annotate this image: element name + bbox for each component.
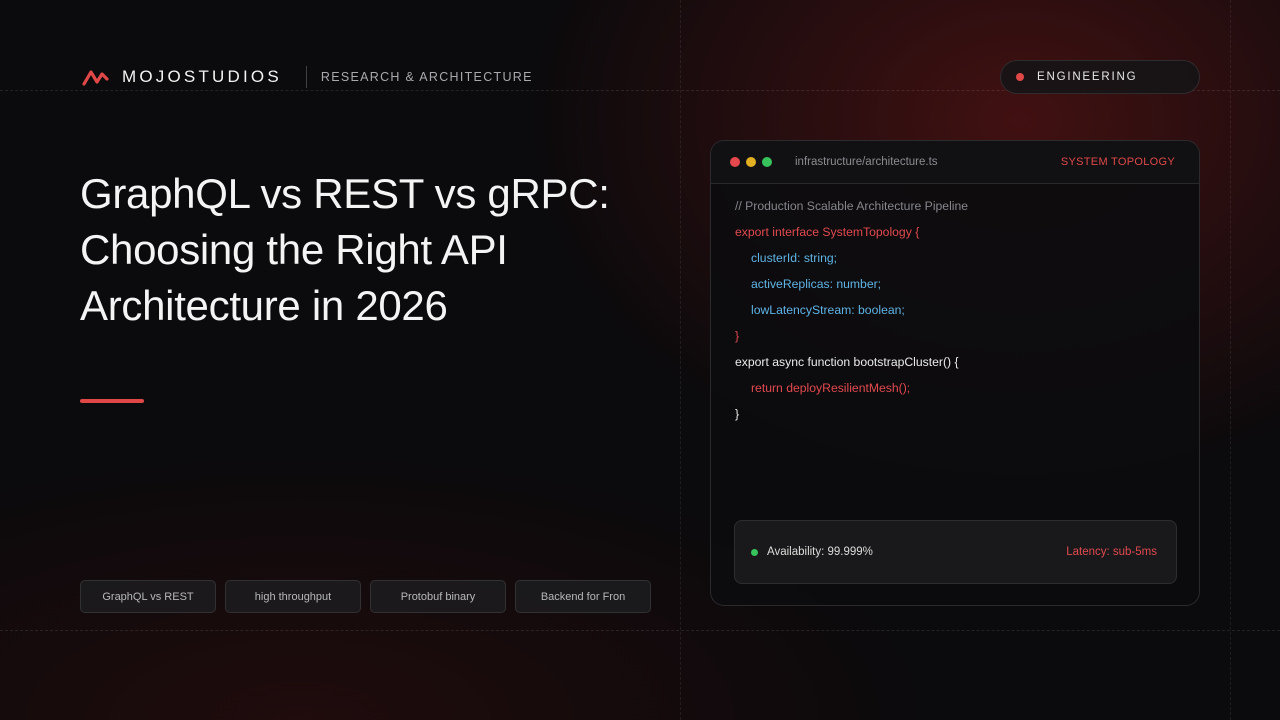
code-line: export interface SystemTopology { <box>735 225 920 239</box>
grid-line <box>680 0 681 720</box>
code-line: // Production Scalable Architecture Pipe… <box>735 199 969 213</box>
file-path: infrastructure/architecture.ts <box>795 156 938 168</box>
editor-label: SYSTEM TOPOLOGY <box>1060 156 1175 168</box>
brand-name: MOJOSTUDIOS <box>122 67 282 86</box>
tag-chip[interactable]: Backend for Fron <box>515 580 651 613</box>
code-line: return deployResilientMesh(); <box>751 381 911 395</box>
maximize-dot-icon[interactable] <box>762 157 772 167</box>
brand-subtitle: RESEARCH & ARCHITECTURE <box>320 70 533 84</box>
grid-line <box>1230 0 1231 720</box>
code-line: } <box>735 407 740 421</box>
tag-chip[interactable]: high throughput <box>225 580 361 613</box>
zigzag-logo-icon <box>82 70 109 86</box>
accent-divider <box>80 399 144 403</box>
status-dot-icon <box>1016 73 1024 81</box>
code-line: activeReplicas: number; <box>751 277 882 291</box>
tag-chip[interactable]: Protobuf binary <box>370 580 506 613</box>
code-line: lowLatencyStream: boolean; <box>751 303 905 317</box>
code-line: export async function bootstrapCluster()… <box>735 355 959 369</box>
category-label: ENGINEERING <box>1037 71 1138 83</box>
code-line: clusterId: string; <box>751 251 838 265</box>
availability-text: Availability: 99.999% <box>767 546 873 558</box>
title-line: Architecture in 2026 <box>80 282 448 329</box>
brand-header: MOJOSTUDIOS RESEARCH & ARCHITECTURE <box>82 66 533 88</box>
latency-text: Latency: sub-5ms <box>1066 546 1157 558</box>
title-line: GraphQL vs REST vs gRPC: <box>80 170 610 217</box>
category-pill[interactable]: ENGINEERING <box>1000 60 1200 94</box>
brand-divider <box>305 66 307 88</box>
status-panel: Availability: 99.999% Latency: sub-5ms <box>734 520 1177 584</box>
editor-titlebar: infrastructure/architecture.ts SYSTEM TO… <box>711 141 1199 184</box>
code-line: } <box>735 329 740 343</box>
minimize-dot-icon[interactable] <box>746 157 756 167</box>
grid-line <box>0 630 1280 631</box>
online-dot-icon <box>751 548 758 556</box>
code-block: // Production Scalable Architecture Pipe… <box>735 197 968 431</box>
code-editor-card: infrastructure/architecture.ts SYSTEM TO… <box>710 140 1200 606</box>
tag-chip[interactable]: GraphQL vs REST <box>80 580 216 613</box>
tag-list: GraphQL vs REST high throughput Protobuf… <box>80 580 651 613</box>
page-title: GraphQL vs REST vs gRPC: Choosing the Ri… <box>80 166 660 334</box>
title-line: Choosing the Right API <box>80 226 508 273</box>
close-dot-icon[interactable] <box>730 157 740 167</box>
